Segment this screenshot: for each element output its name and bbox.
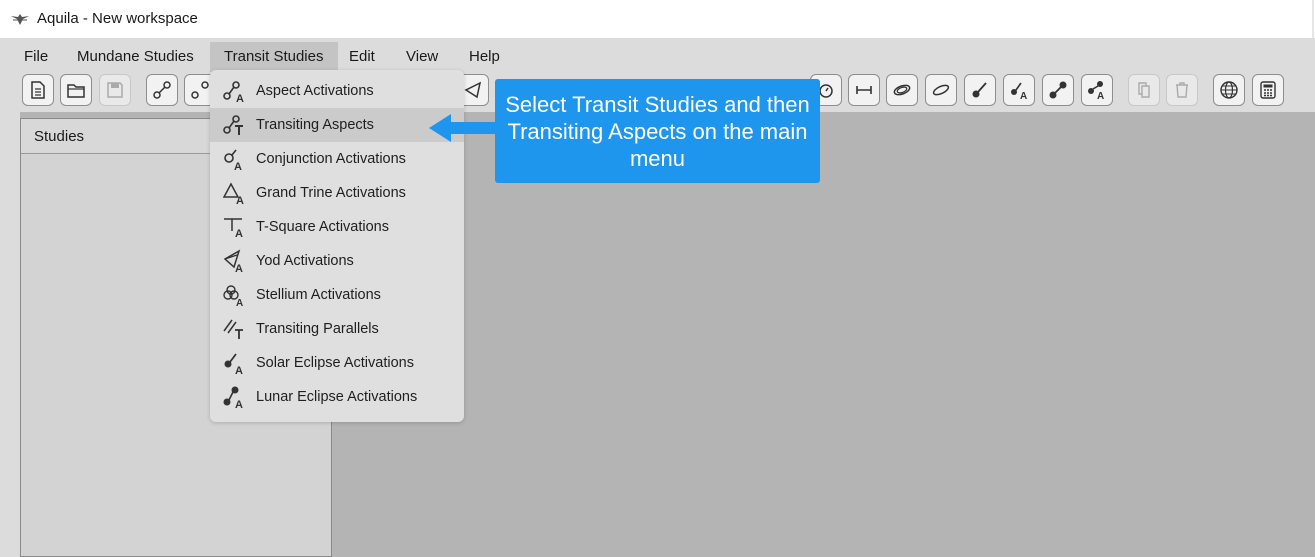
window-title: Aquila - New workspace: [37, 10, 198, 27]
menu-mundane-studies[interactable]: Mundane Studies: [63, 42, 208, 72]
svg-text:A: A: [236, 195, 244, 205]
callout-arrow-icon: [429, 114, 500, 142]
menu-item-label: Yod Activations: [256, 253, 354, 269]
svg-text:A: A: [235, 228, 243, 239]
globe-icon: [1220, 81, 1238, 99]
yod-activations-icon: A: [221, 248, 247, 274]
aspect-button[interactable]: [146, 74, 178, 106]
menu-edit[interactable]: Edit: [335, 42, 389, 72]
menu-item-solar-eclipse-activations[interactable]: A Solar Eclipse Activations: [210, 346, 464, 380]
svg-text:A: A: [1097, 91, 1104, 100]
svg-text:A: A: [236, 93, 244, 103]
stellium-activations-icon: A: [221, 282, 247, 308]
yod-icon: [464, 81, 482, 99]
save-icon: [107, 82, 123, 98]
calculator-icon: [1260, 81, 1276, 99]
title-bar: Aquila - New workspace: [0, 0, 1315, 38]
menu-item-stellium-activations[interactable]: A Stellium Activations: [210, 278, 464, 312]
lunar-eclipse-icon: [1049, 81, 1067, 99]
parallel-bar-button[interactable]: [848, 74, 880, 106]
lunar-eclipse-activation-icon: A: [1088, 81, 1104, 100]
menu-item-grand-trine-activations[interactable]: A Grand Trine Activations: [210, 176, 464, 210]
window-edge: [1312, 0, 1314, 38]
svg-text:A: A: [236, 298, 243, 307]
menu-item-label: Aspect Activations: [256, 83, 374, 99]
svg-text:A: A: [234, 161, 242, 171]
menu-item-label: Transiting Aspects: [256, 117, 374, 133]
lunar-eclipse-activation-button[interactable]: A: [1081, 74, 1113, 106]
menu-bar: File Mundane Studies Transit Studies Edi…: [0, 38, 1315, 72]
solar-eclipse-button[interactable]: [964, 74, 996, 106]
aspect-activations-icon: A: [221, 78, 247, 104]
grand-trine-activations-icon: A: [221, 180, 247, 206]
globe-button[interactable]: [1213, 74, 1245, 106]
aspect-activation-icon: [191, 81, 209, 99]
menu-view[interactable]: View: [392, 42, 452, 72]
menu-item-label: Transiting Parallels: [256, 321, 379, 337]
delete-icon: [1176, 82, 1188, 98]
menu-item-label: Lunar Eclipse Activations: [256, 389, 418, 405]
workspace-margin: [0, 112, 20, 557]
eclipse-path-icon: [932, 84, 950, 96]
lunar-eclipse-activations-icon: A: [221, 384, 247, 410]
solar-eclipse-activation-icon: A: [1011, 82, 1027, 100]
svg-text:A: A: [235, 399, 243, 409]
menu-item-label: Grand Trine Activations: [256, 185, 406, 201]
copy-button[interactable]: [1128, 74, 1160, 106]
callout-text: Select Transit Studies and then Transiti…: [505, 91, 810, 171]
orbit-icon: [893, 84, 911, 96]
solar-eclipse-icon: [972, 82, 987, 98]
aspect-icon: [153, 81, 171, 99]
eclipse-path-button[interactable]: [925, 74, 957, 106]
menu-file[interactable]: File: [10, 42, 62, 72]
save-button[interactable]: [99, 74, 131, 106]
calculator-button[interactable]: [1252, 74, 1284, 106]
menu-item-aspect-activations[interactable]: A Aspect Activations: [210, 74, 464, 108]
solar-eclipse-activations-icon: A: [221, 350, 247, 376]
open-folder-icon: [67, 84, 85, 98]
menu-item-yod-activations[interactable]: A Yod Activations: [210, 244, 464, 278]
t-square-activations-icon: A: [221, 214, 247, 240]
eagle-icon: [11, 14, 29, 25]
transiting-aspects-icon: [221, 112, 247, 138]
lunar-eclipse-button[interactable]: [1042, 74, 1074, 106]
menu-item-conjunction-activations[interactable]: A Conjunction Activations: [210, 142, 464, 176]
conjunction-activations-icon: A: [221, 146, 247, 172]
menu-item-label: T-Square Activations: [256, 219, 389, 235]
open-folder-button[interactable]: [60, 74, 92, 106]
copy-icon: [1138, 82, 1150, 98]
svg-text:A: A: [235, 263, 243, 273]
menu-item-label: Stellium Activations: [256, 287, 381, 303]
menu-transit-studies[interactable]: Transit Studies: [210, 42, 338, 72]
instruction-callout: Select Transit Studies and then Transiti…: [495, 79, 820, 183]
new-document-icon: [31, 81, 45, 99]
orbit-button[interactable]: [886, 74, 918, 106]
solar-eclipse-activation-button[interactable]: A: [1003, 74, 1035, 106]
menu-help[interactable]: Help: [455, 42, 514, 72]
new-document-button[interactable]: [22, 74, 54, 106]
svg-text:A: A: [235, 365, 243, 375]
transiting-parallels-icon: [221, 316, 247, 342]
delete-button[interactable]: [1166, 74, 1198, 106]
menu-item-t-square-activations[interactable]: A T-Square Activations: [210, 210, 464, 244]
menu-item-label: Conjunction Activations: [256, 151, 406, 167]
menu-item-label: Solar Eclipse Activations: [256, 355, 414, 371]
menu-item-lunar-eclipse-activations[interactable]: A Lunar Eclipse Activations: [210, 380, 464, 414]
svg-text:A: A: [1020, 91, 1027, 100]
parallel-bar-icon: [856, 86, 872, 94]
menu-item-transiting-parallels[interactable]: Transiting Parallels: [210, 312, 464, 346]
